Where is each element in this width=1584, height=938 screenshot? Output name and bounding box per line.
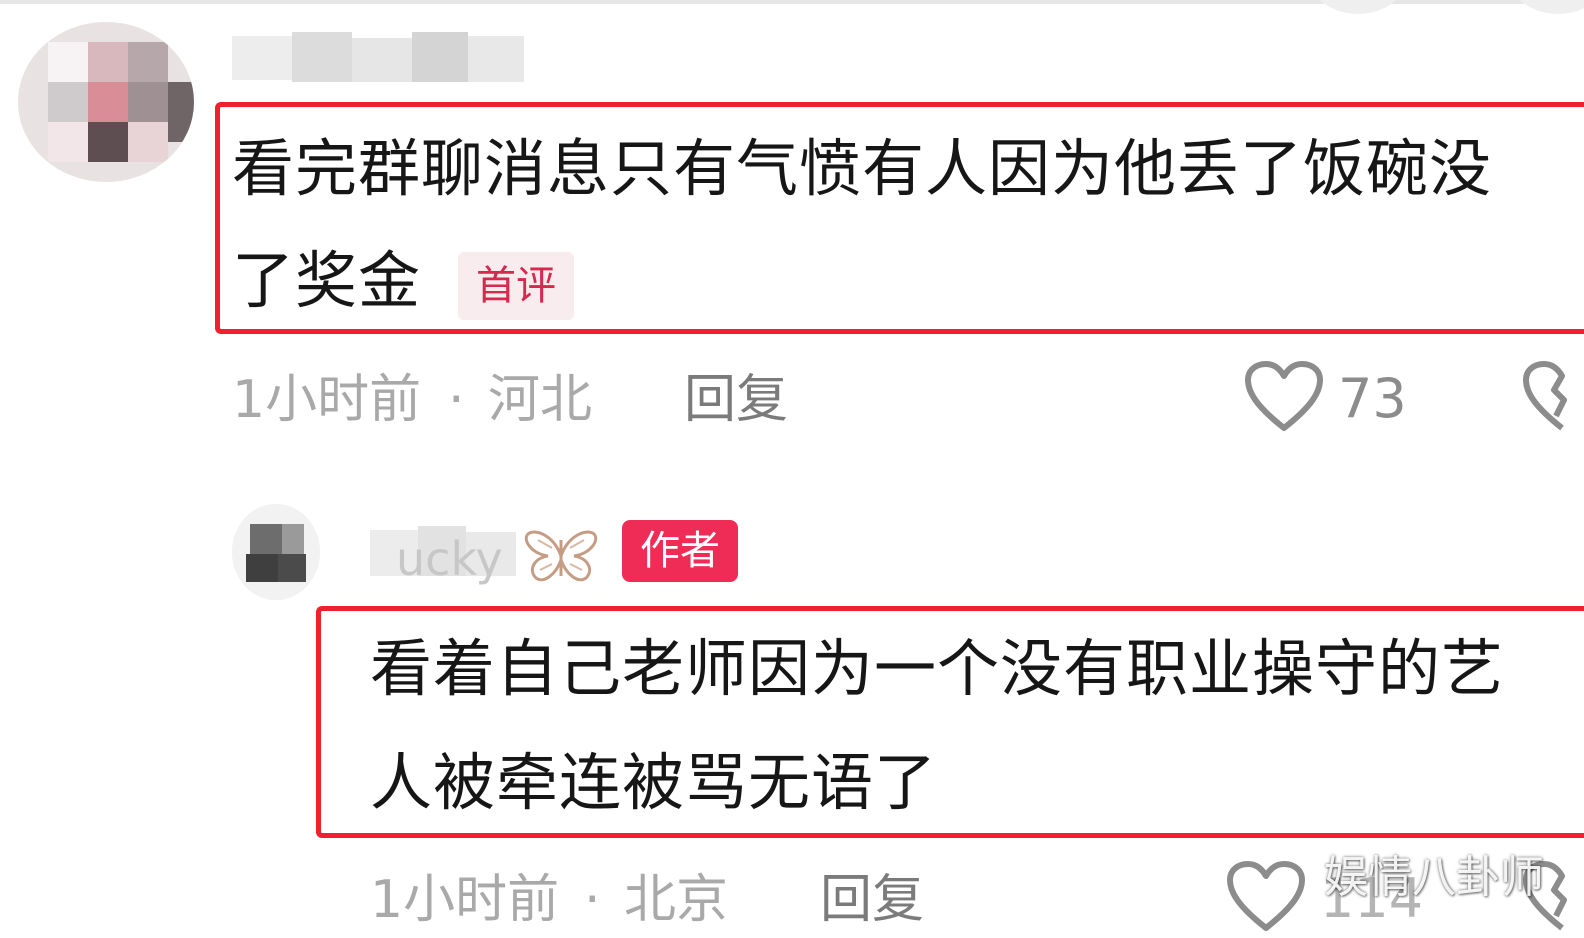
- comment-location: 河北: [488, 370, 593, 430]
- reply-button-2[interactable]: 回复: [820, 874, 924, 926]
- comment-text-line2: 了奖金: [232, 244, 422, 317]
- broken-heart-icon[interactable]: [1522, 360, 1584, 434]
- butterfly-icon: [524, 530, 598, 582]
- meta-separator-2: ·: [584, 870, 601, 930]
- avatar[interactable]: [18, 22, 194, 182]
- reply-text-line1: 看着自己老师因为一个没有职业操守的艺: [370, 632, 1505, 705]
- reply-text-line2: 人被牵连被骂无语了: [370, 746, 938, 819]
- first-comment-badge: 首评: [458, 252, 574, 320]
- top-action-button[interactable]: [1310, 0, 1406, 14]
- comment-section: 看完群聊消息只有气愤有人因为他丢了饭碗没 了奖金 首评 1小时前 · 河北 回复…: [0, 0, 1584, 938]
- author-username-blurred[interactable]: ucky: [370, 526, 526, 584]
- comment-text-line1: 看完群聊消息只有气愤有人因为他丢了饭碗没: [232, 132, 1493, 205]
- author-avatar[interactable]: [232, 504, 320, 600]
- watermark: 娱情八卦师: [1324, 852, 1544, 903]
- like-count: 73: [1338, 367, 1407, 430]
- comment-time: 1小时前: [232, 370, 422, 430]
- reply-time: 1小时前: [370, 870, 560, 930]
- reply-button[interactable]: 回复: [684, 374, 788, 426]
- heart-outline-icon[interactable]: [1244, 360, 1324, 434]
- username-partial: ucky: [396, 532, 503, 586]
- author-badge: 作者: [622, 520, 738, 582]
- heart-outline-icon[interactable]: [1226, 860, 1306, 934]
- meta-separator: ·: [448, 370, 465, 430]
- reply-location: 北京: [624, 870, 729, 930]
- username-blurred[interactable]: [232, 32, 524, 86]
